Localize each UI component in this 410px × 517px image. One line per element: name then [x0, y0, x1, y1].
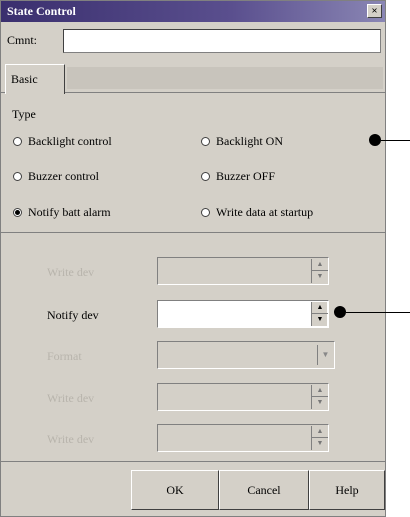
radio-label: Buzzer control	[28, 169, 99, 183]
tab-basic[interactable]: Basic	[5, 64, 65, 94]
write-dev-field-2: ▲ ▼	[157, 383, 329, 411]
comment-input[interactable]	[63, 29, 381, 53]
notify-dev-field[interactable]: ▲ ▼	[157, 300, 329, 328]
dialog-title: State Control	[7, 4, 76, 18]
radio-backlight-control[interactable]: Backlight control	[13, 134, 112, 149]
spin-buttons[interactable]: ▲ ▼	[311, 302, 328, 326]
spin-buttons: ▲ ▼	[311, 259, 328, 283]
radio-label: Write data at startup	[216, 205, 314, 219]
close-button[interactable]: ×	[367, 4, 382, 18]
spin-down-icon: ▼	[316, 439, 324, 447]
write-dev-label-2: Write dev	[47, 391, 95, 405]
cancel-button[interactable]: Cancel	[219, 470, 309, 510]
spin-down-icon[interactable]: ▼	[312, 314, 328, 326]
spin-buttons: ▲ ▼	[311, 385, 328, 409]
type-group-title: Type	[12, 107, 36, 121]
radio-backlight-on[interactable]: Backlight ON	[201, 134, 283, 149]
callout-dot-type	[369, 134, 381, 146]
radio-buzzer-control[interactable]: Buzzer control	[13, 169, 99, 184]
callout-line-type	[381, 140, 410, 141]
help-button[interactable]: Help	[309, 470, 385, 510]
tab-strip: Basic	[1, 61, 385, 94]
radio-button-icon	[201, 208, 210, 217]
spin-buttons: ▲ ▼	[311, 426, 328, 450]
radio-button-icon	[201, 172, 210, 181]
radio-buzzer-off[interactable]: Buzzer OFF	[201, 169, 275, 184]
radio-label: Backlight ON	[216, 134, 283, 148]
radio-button-icon	[13, 172, 22, 181]
type-group: Type Backlight control Backlight ON Buzz…	[1, 101, 385, 233]
spin-up-icon: ▲	[312, 426, 328, 438]
format-label: Format	[47, 349, 82, 363]
radio-button-icon	[201, 137, 210, 146]
chevron-down-icon: ▼	[317, 345, 333, 365]
write-dev-label-3: Write dev	[47, 432, 95, 446]
tab-strip-fill	[67, 67, 383, 89]
callout-line-notify-dev	[346, 312, 410, 313]
write-dev-label: Write dev	[47, 265, 95, 279]
spin-down-icon: ▼	[316, 398, 324, 406]
spin-up-icon: ▲	[312, 385, 328, 397]
footer-divider	[1, 461, 385, 462]
ok-button[interactable]: OK	[131, 470, 219, 510]
callout-dot-notify-dev	[334, 306, 346, 318]
comment-row: Cmnt:	[1, 25, 385, 55]
notify-dev-label: Notify dev	[47, 308, 99, 322]
radio-button-selected-icon	[13, 208, 22, 217]
radio-notify-batt-alarm[interactable]: Notify batt alarm	[13, 205, 111, 220]
radio-label: Notify batt alarm	[28, 205, 111, 219]
radio-write-data-at-startup[interactable]: Write data at startup	[201, 205, 313, 220]
title-bar[interactable]: State Control ×	[1, 1, 385, 22]
state-control-dialog: State Control × Cmnt: Basic Type Backlig…	[0, 0, 386, 517]
settings-panel: Write dev ▲ ▼ Notify dev ▲ ▼ Format ▼ Wr…	[1, 241, 385, 461]
radio-label: Backlight control	[28, 134, 112, 148]
radio-button-icon	[13, 137, 22, 146]
spin-up-icon: ▲	[312, 259, 328, 271]
comment-label: Cmnt:	[7, 33, 38, 47]
radio-label: Buzzer OFF	[216, 169, 275, 183]
write-dev-field-3: ▲ ▼	[157, 424, 329, 452]
spin-up-icon[interactable]: ▲	[312, 302, 328, 314]
format-combo: ▼	[157, 341, 335, 369]
write-dev-field: ▲ ▼	[157, 257, 329, 285]
spin-down-icon: ▼	[316, 272, 324, 280]
